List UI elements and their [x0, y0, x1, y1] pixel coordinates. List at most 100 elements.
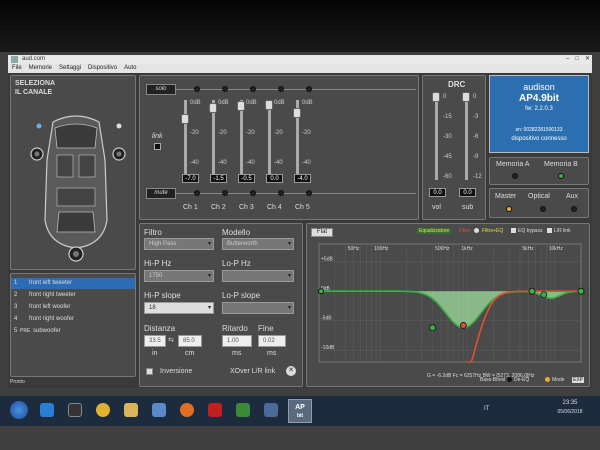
level-slider-track-ch1[interactable] — [184, 100, 187, 180]
inversione-checkbox[interactable] — [146, 368, 153, 375]
source-optical-radio[interactable] — [540, 206, 546, 212]
sub-scale-2: -6 — [473, 134, 479, 140]
filtro-eq-tab[interactable]: Filtro+EQ — [482, 228, 503, 234]
app-icon-red[interactable] — [208, 403, 222, 417]
source-aux-radio[interactable] — [571, 206, 577, 212]
channel-item-3[interactable]: 3 front left woofer — [11, 302, 135, 313]
channel-label-ch2: Ch 2 — [211, 204, 226, 211]
level-scale-ch5-0: 0dB — [302, 100, 313, 106]
sub-slider-knob[interactable] — [462, 92, 470, 102]
menu-memorie[interactable]: Memorie — [29, 64, 52, 73]
solo-button[interactable]: solo — [146, 84, 176, 95]
minimize-icon[interactable]: – — [566, 55, 569, 64]
start-button[interactable] — [10, 401, 28, 419]
close-icon[interactable]: ✕ — [585, 55, 590, 64]
equalizzatore-tab[interactable]: Equalizzatore — [417, 228, 452, 234]
level-slider-track-ch4[interactable] — [268, 100, 271, 180]
de-eq-radio[interactable] — [507, 377, 512, 382]
xover-link-toggle[interactable]: ✕ — [286, 366, 296, 376]
app-icon-green[interactable] — [236, 403, 250, 417]
distance-in-input[interactable]: 33.5 — [144, 335, 166, 347]
language-indicator[interactable]: IT — [484, 406, 489, 412]
eq-freq-tick-label: 10kHz — [549, 246, 564, 252]
eq-control-point-4[interactable] — [540, 291, 548, 299]
ie-icon[interactable] — [40, 403, 54, 417]
vol-slider-knob[interactable] — [432, 92, 440, 102]
solo-dot-ch1[interactable] — [194, 86, 200, 92]
memory-b-radio[interactable] — [558, 173, 564, 179]
maximize-icon[interactable]: □ — [575, 55, 579, 64]
menu-auto[interactable]: Auto — [124, 64, 136, 73]
memory-a-radio[interactable] — [512, 173, 518, 179]
folder-icon[interactable] — [124, 403, 138, 417]
solo-dot-ch2[interactable] — [222, 86, 228, 92]
solo-dot-ch5[interactable] — [306, 86, 312, 92]
media-icon[interactable] — [68, 403, 82, 417]
delay-unit-label: ms — [232, 350, 242, 357]
solo-dot-ch4[interactable] — [278, 86, 284, 92]
chrome-icon[interactable] — [96, 403, 110, 417]
inversione-label: Inversione — [160, 368, 193, 375]
lr-link-checkbox[interactable] — [547, 228, 552, 233]
cm-unit-label: cm — [185, 350, 195, 357]
level-slider-knob-ch1[interactable] — [181, 114, 189, 124]
app-icon-blue[interactable] — [152, 403, 166, 417]
mute-dot-ch3[interactable] — [250, 190, 256, 196]
ap-bit-taskbar-button[interactable]: AP bit — [288, 399, 312, 423]
mute-dot-ch4[interactable] — [278, 190, 284, 196]
level-slider-knob-ch2[interactable] — [209, 103, 217, 113]
channel-item-1[interactable]: 1 front left tweeter — [11, 278, 135, 289]
level-scale-ch2-1: -20 — [218, 130, 227, 136]
source-aux-label: Aux — [566, 193, 579, 200]
eq-left-handle[interactable] — [318, 288, 324, 295]
tweeter-right-icon[interactable] — [116, 123, 122, 129]
menu-dispositivo[interactable]: Dispositivo — [88, 64, 117, 73]
exp-button[interactable]: EXP — [572, 377, 585, 383]
source-master-radio[interactable] — [506, 206, 512, 212]
mute-dot-ch5[interactable] — [306, 190, 312, 196]
mute-dot-ch2[interactable] — [222, 190, 228, 196]
car-diagram[interactable] — [21, 100, 131, 265]
mute-button[interactable]: mute — [146, 188, 176, 199]
tweeter-left-icon[interactable] — [36, 123, 42, 129]
fine-delay-input[interactable]: 0.02 — [258, 335, 286, 347]
channel-label-ch1: Ch 1 — [183, 204, 198, 211]
menu-file[interactable]: File — [12, 64, 22, 73]
solo-dot-ch3[interactable] — [250, 86, 256, 92]
distance-cm-input[interactable]: 85.0 — [178, 335, 202, 347]
link-checkbox[interactable] — [154, 143, 161, 150]
solo-line — [176, 89, 416, 90]
menu-settaggi[interactable]: Settaggi — [59, 64, 81, 73]
modello-select[interactable]: Butterworth ▾ — [222, 238, 294, 250]
channel-item-4[interactable]: 4 front right woofer — [11, 314, 135, 325]
level-slider-track-ch3[interactable] — [240, 100, 243, 180]
channel-item-5[interactable]: 5 PRE subwoofer — [11, 326, 135, 337]
firefox-icon[interactable] — [180, 403, 194, 417]
level-slider-knob-ch3[interactable] — [237, 101, 245, 111]
eq-control-point-2[interactable] — [459, 322, 467, 329]
hp-slope-select[interactable]: 18 ▾ — [144, 302, 214, 314]
channel-item-2[interactable]: 2 front right tweeter — [11, 290, 135, 301]
lp-hz-select[interactable]: ▾ — [222, 270, 294, 282]
app-icon-grey[interactable] — [264, 403, 278, 417]
vol-slider-track[interactable] — [435, 92, 438, 180]
filtro-select[interactable]: High Pass ▾ — [144, 238, 214, 250]
channel-label-ch5: Ch 5 — [295, 204, 310, 211]
eq-bypass-checkbox[interactable] — [511, 228, 516, 233]
sub-slider-track[interactable] — [465, 92, 468, 180]
hp-hz-select[interactable]: 1750 ▾ — [144, 270, 214, 282]
filtro-tab[interactable]: Filtro — [459, 228, 470, 234]
eq-graph[interactable]: 50Hz 100Hz 500Hz 1kHz 5kHz 10kHz+5dB0dB-5dB-1… — [311, 238, 585, 370]
eq-control-point-1[interactable] — [429, 324, 437, 332]
mode-radio[interactable] — [545, 377, 550, 382]
app-icon — [11, 56, 18, 63]
level-slider-knob-ch4[interactable] — [265, 100, 273, 110]
delay-input[interactable]: 1.00 — [222, 335, 252, 347]
flat-button[interactable]: Flat — [311, 228, 333, 237]
filtro-tab-radio[interactable] — [474, 228, 479, 233]
mute-dot-ch1[interactable] — [194, 190, 200, 196]
eq-control-point-5[interactable] — [577, 287, 585, 295]
lp-slope-select[interactable]: ▾ — [222, 302, 294, 314]
eq-control-point-3[interactable] — [528, 287, 536, 295]
level-slider-knob-ch5[interactable] — [293, 108, 301, 118]
